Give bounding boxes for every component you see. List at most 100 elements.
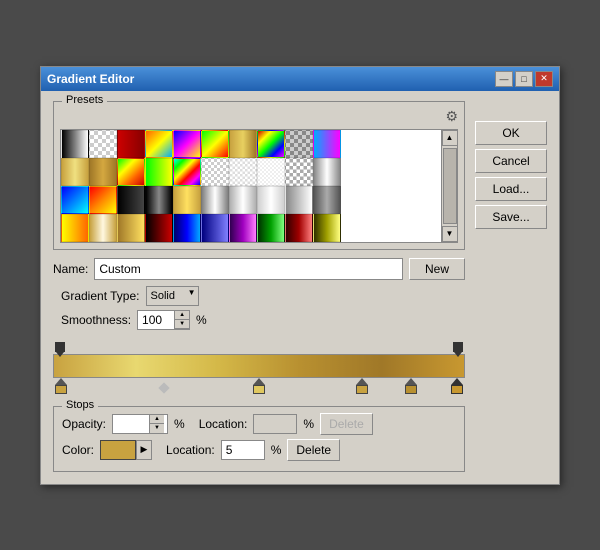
preset-cell[interactable] xyxy=(229,214,257,242)
preset-cell[interactable] xyxy=(117,130,145,158)
preset-cell[interactable] xyxy=(313,214,341,242)
scroll-down-button[interactable]: ▼ xyxy=(442,226,458,242)
smoothness-spin-buttons: ▲ ▼ xyxy=(174,311,189,329)
opacity-location-label: Location: xyxy=(199,417,248,431)
presets-header: ⚙ xyxy=(60,108,458,125)
gradient-type-select[interactable]: Solid Noise xyxy=(146,286,199,306)
preset-cell[interactable] xyxy=(61,130,89,158)
preset-cell[interactable] xyxy=(117,186,145,214)
minimize-button[interactable]: — xyxy=(495,71,513,87)
preset-cell[interactable] xyxy=(201,130,229,158)
color-label: Color: xyxy=(62,443,94,457)
gradient-type-select-wrapper: Solid Noise xyxy=(146,286,199,306)
opacity-location-input[interactable] xyxy=(253,414,297,434)
opacity-value-wrapper: ▲ ▼ xyxy=(112,414,168,434)
close-button[interactable]: ✕ xyxy=(535,71,553,87)
scroll-thumb[interactable] xyxy=(443,148,457,224)
preset-cell[interactable] xyxy=(313,158,341,186)
preset-cell[interactable] xyxy=(257,186,285,214)
title-bar: Gradient Editor — □ ✕ xyxy=(41,67,559,91)
presets-menu-icon[interactable]: ⚙ xyxy=(445,108,458,125)
preset-cell[interactable] xyxy=(89,158,117,186)
cancel-button[interactable]: Cancel xyxy=(475,149,547,173)
presets-scrollbar[interactable]: ▲ ▼ xyxy=(441,130,457,242)
opacity-row: Opacity: ▲ ▼ % Location: % Delete xyxy=(62,413,456,435)
color-picker-group: ▶ xyxy=(100,440,152,460)
scroll-up-button[interactable]: ▲ xyxy=(442,130,458,146)
midpoint-diamond-0[interactable] xyxy=(158,382,169,393)
stops-section: Stops Opacity: ▲ ▼ % Location: % xyxy=(53,406,465,472)
preset-cell[interactable] xyxy=(285,130,313,158)
save-button[interactable]: Save... xyxy=(475,205,547,229)
opacity-stop-left[interactable] xyxy=(55,342,65,352)
delete-color-button[interactable]: Delete xyxy=(287,439,340,461)
presets-grid xyxy=(61,130,441,242)
preset-cell[interactable] xyxy=(145,186,173,214)
preset-cell[interactable] xyxy=(313,130,341,158)
color-stop-0[interactable] xyxy=(55,378,67,394)
color-stop-4[interactable] xyxy=(451,378,463,394)
color-arrow-button[interactable]: ▶ xyxy=(136,440,152,460)
preset-cell[interactable] xyxy=(145,130,173,158)
color-stop-1[interactable] xyxy=(253,378,265,394)
preset-cell[interactable] xyxy=(229,186,257,214)
preset-cell[interactable] xyxy=(89,186,117,214)
left-panel: Presets ⚙ xyxy=(53,101,465,472)
gradient-editor-window: Gradient Editor — □ ✕ Presets ⚙ xyxy=(40,66,560,485)
preset-cell[interactable] xyxy=(173,130,201,158)
preset-cell[interactable] xyxy=(117,158,145,186)
preset-cell[interactable] xyxy=(257,158,285,186)
presets-label: Presets xyxy=(62,94,107,106)
presets-grid-wrapper: ▲ ▼ xyxy=(60,129,458,243)
smoothness-increment-button[interactable]: ▲ xyxy=(175,311,189,320)
ok-button[interactable]: OK xyxy=(475,121,547,145)
name-input[interactable] xyxy=(94,258,403,280)
opacity-label: Opacity: xyxy=(62,417,106,431)
preset-cell[interactable] xyxy=(313,186,341,214)
smoothness-input[interactable] xyxy=(138,312,174,328)
preset-cell[interactable] xyxy=(285,186,313,214)
opacity-stop-right[interactable] xyxy=(453,342,463,352)
preset-cell[interactable] xyxy=(285,214,313,242)
color-location-input[interactable] xyxy=(221,440,265,460)
preset-cell[interactable] xyxy=(201,186,229,214)
preset-cell[interactable] xyxy=(229,158,257,186)
opacity-decrement[interactable]: ▼ xyxy=(150,424,164,433)
preset-cell[interactable] xyxy=(285,158,313,186)
preset-cell[interactable] xyxy=(173,186,201,214)
preset-cell[interactable] xyxy=(173,214,201,242)
name-row: Name: New xyxy=(53,258,465,280)
window-controls: — □ ✕ xyxy=(495,71,553,87)
opacity-value-input[interactable] xyxy=(113,416,149,432)
preset-cell[interactable] xyxy=(229,130,257,158)
preset-cell[interactable] xyxy=(89,214,117,242)
opacity-increment[interactable]: ▲ xyxy=(150,415,164,424)
gradient-bar[interactable] xyxy=(53,354,465,378)
preset-cell[interactable] xyxy=(61,186,89,214)
preset-cell[interactable] xyxy=(201,158,229,186)
preset-cell[interactable] xyxy=(145,214,173,242)
color-swatch-button[interactable] xyxy=(100,440,136,460)
preset-cell[interactable] xyxy=(145,158,173,186)
preset-cell[interactable] xyxy=(117,214,145,242)
color-row: Color: ▶ Location: % Delete xyxy=(62,439,456,461)
smoothness-row: Smoothness: ▲ ▼ % xyxy=(53,310,465,330)
color-location-percent: % xyxy=(271,443,282,457)
maximize-button[interactable]: □ xyxy=(515,71,533,87)
smoothness-unit: % xyxy=(196,313,207,327)
preset-cell[interactable] xyxy=(257,214,285,242)
new-button[interactable]: New xyxy=(409,258,465,280)
smoothness-decrement-button[interactable]: ▼ xyxy=(175,320,189,329)
preset-cell[interactable] xyxy=(89,130,117,158)
smoothness-input-wrapper: ▲ ▼ xyxy=(137,310,190,330)
preset-cell[interactable] xyxy=(173,158,201,186)
delete-opacity-button[interactable]: Delete xyxy=(320,413,373,435)
preset-cell[interactable] xyxy=(61,214,89,242)
load-button[interactable]: Load... xyxy=(475,177,547,201)
color-stop-3[interactable] xyxy=(405,378,417,394)
preset-cell[interactable] xyxy=(201,214,229,242)
preset-cell[interactable] xyxy=(61,158,89,186)
color-stop-2[interactable] xyxy=(356,378,368,394)
preset-cell[interactable] xyxy=(257,130,285,158)
bottom-stops xyxy=(53,378,465,400)
